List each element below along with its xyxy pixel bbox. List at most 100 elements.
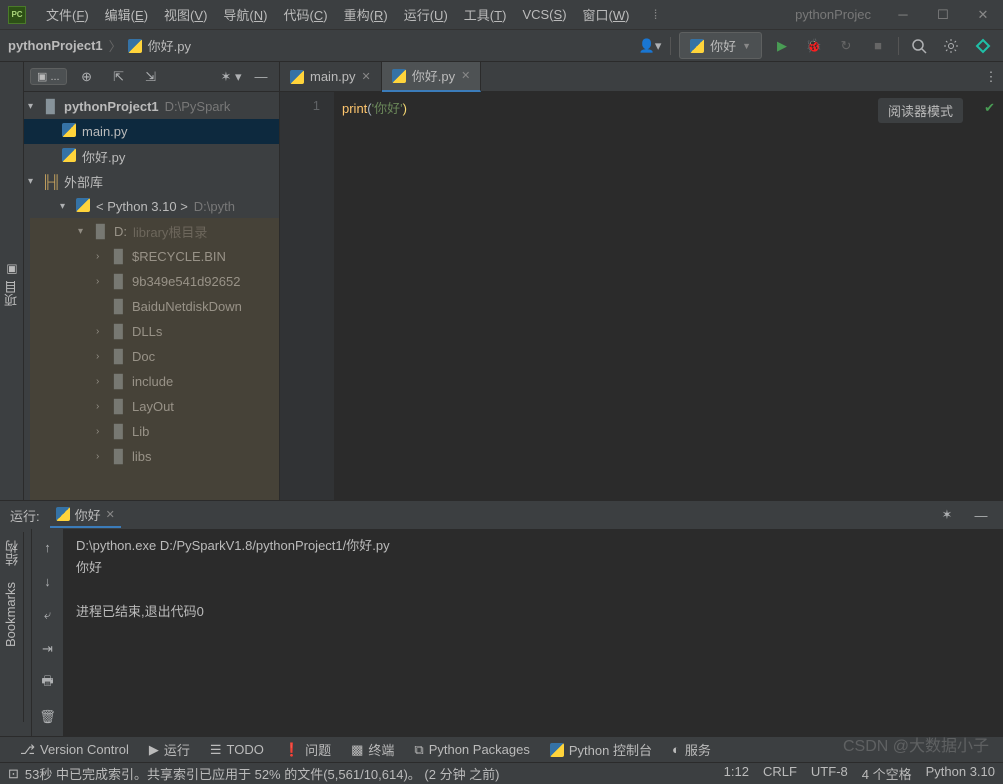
clear-icon[interactable]: 🗑 (36, 705, 60, 729)
chevron-right-icon[interactable]: › (96, 451, 110, 462)
close-tab-icon[interactable]: ✕ (461, 69, 470, 82)
chevron-right-icon[interactable]: › (96, 376, 110, 387)
close-icon[interactable]: ✕ (106, 508, 115, 521)
code-with-me-icon[interactable] (971, 34, 995, 58)
chevron-down-icon[interactable]: ▾ (60, 201, 74, 212)
divider (898, 37, 899, 55)
console-output[interactable]: D:\python.exe D:/PySparkV1.8/pythonProje… (64, 529, 1003, 738)
tree-external-libs[interactable]: ▾ ╟╢ 外部库 (24, 169, 279, 194)
tree-folder[interactable]: ›▉libs (24, 444, 279, 469)
panel-settings-icon[interactable]: ✶ ▾ (219, 65, 243, 89)
file-encoding[interactable]: UTF-8 (811, 764, 848, 783)
run-coverage-button[interactable]: ↻ (834, 34, 858, 58)
stop-button[interactable]: ■ (866, 34, 890, 58)
tree-folder[interactable]: ›▉$RECYCLE.BIN (24, 244, 279, 269)
run-configuration-selector[interactable]: 你好 ▼ (679, 32, 762, 59)
python-packages-tool-button[interactable]: ⧉Python Packages (404, 742, 539, 758)
reader-mode-badge[interactable]: 阅读器模式 (878, 98, 963, 123)
status-icon[interactable]: ⊡ (8, 766, 19, 782)
tree-folder[interactable]: ›▉Doc (24, 344, 279, 369)
structure-tool-button[interactable]: 结构 (0, 532, 25, 574)
menu-edit[interactable]: 编辑(E) (97, 5, 156, 24)
tree-folder[interactable]: ›▉LayOut (24, 394, 279, 419)
tab-options-icon[interactable]: ⋮ (979, 65, 1003, 89)
tree-d-drive[interactable]: ▾ ▉ D: library根目录 (24, 219, 279, 244)
python-console-tool-button[interactable]: Python 控制台 (540, 740, 662, 759)
menu-view[interactable]: 视图(V) (156, 5, 215, 24)
breadcrumb-project[interactable]: pythonProject1 (8, 38, 103, 53)
todo-tool-button[interactable]: ☰TODO (200, 742, 274, 758)
search-icon[interactable] (907, 34, 931, 58)
hide-run-panel-icon[interactable]: — (969, 503, 993, 527)
tree-folder[interactable]: ›▉include (24, 369, 279, 394)
menu-vcs[interactable]: VCS(S) (514, 7, 574, 22)
bookmarks-tool-button[interactable]: Bookmarks (0, 574, 21, 655)
run-panel-tab[interactable]: 你好 ✕ (50, 503, 121, 528)
print-icon[interactable]: 🖶 (36, 671, 60, 695)
user-icon[interactable]: 👤▾ (638, 34, 662, 58)
menu-code[interactable]: 代码(C) (276, 5, 336, 24)
locate-icon[interactable]: ⊕ (75, 65, 99, 89)
project-tree[interactable]: ▾ ▉ pythonProject1 D:\PySpark main.py 你好… (24, 92, 279, 500)
indent-setting[interactable]: 4 个空格 (862, 764, 912, 783)
menu-refactor[interactable]: 重构(R) (336, 5, 396, 24)
chevron-down-icon[interactable]: ▾ (28, 176, 42, 187)
caret-position[interactable]: 1:12 (724, 764, 749, 783)
maximize-button[interactable]: ☐ (931, 3, 955, 27)
menu-window[interactable]: 窗口(W) (575, 5, 638, 24)
run-settings-icon[interactable]: ✶ (935, 503, 959, 527)
menu-run[interactable]: 运行(U) (396, 5, 456, 24)
hide-panel-icon[interactable]: — (249, 65, 273, 89)
code-area[interactable]: print('你好') (334, 92, 1003, 500)
menu-tools[interactable]: 工具(T) (456, 5, 515, 24)
overflow-menu-icon[interactable]: ⁞ (644, 3, 668, 27)
soft-wrap-icon[interactable]: ⤶ (36, 603, 60, 627)
chevron-right-icon[interactable]: › (96, 351, 110, 362)
tree-folder[interactable]: ›▉Lib (24, 419, 279, 444)
breadcrumb[interactable]: pythonProject1 〉 你好.py (8, 36, 191, 55)
chevron-right-icon[interactable]: › (96, 426, 110, 437)
chevron-right-icon[interactable]: › (96, 326, 110, 337)
problems-tool-button[interactable]: ❗问题 (274, 740, 341, 759)
menu-navigate[interactable]: 导航(N) (215, 5, 275, 24)
tree-file-main[interactable]: main.py (24, 119, 279, 144)
editor-body[interactable]: 1 print('你好') 阅读器模式 ✔ (280, 92, 1003, 500)
terminal-tool-button[interactable]: ▩终端 (341, 740, 404, 759)
tree-python-env[interactable]: ▾ < Python 3.10 > D:\pyth (24, 194, 279, 219)
chevron-right-icon[interactable]: › (96, 401, 110, 412)
breadcrumb-file[interactable]: 你好.py (148, 36, 191, 55)
scroll-up-icon[interactable]: ↑ (36, 535, 60, 559)
project-view-selector[interactable]: ▣ ... (30, 68, 67, 85)
minimize-button[interactable]: ─ (891, 3, 915, 27)
settings-icon[interactable] (939, 34, 963, 58)
chevron-down-icon[interactable]: ▾ (28, 101, 42, 112)
services-tool-button[interactable]: ◐服务 (662, 740, 721, 759)
menu-file[interactable]: 文件(F) (38, 5, 97, 24)
collapse-all-icon[interactable]: ⇲ (139, 65, 163, 89)
project-toolbar: ▣ ... ⊕ ⇱ ⇲ ✶ ▾ — (24, 62, 279, 92)
chevron-right-icon[interactable]: › (96, 251, 110, 262)
tab-main-py[interactable]: main.py ✕ (280, 62, 382, 92)
tree-folder[interactable]: ›▉DLLs (24, 319, 279, 344)
run-button[interactable]: ▶ (770, 34, 794, 58)
tree-folder[interactable]: ›▉9b349e541d92652 (24, 269, 279, 294)
inspection-ok-icon[interactable]: ✔ (984, 100, 995, 116)
vcs-tool-button[interactable]: ⎇Version Control (10, 742, 139, 758)
window-title: pythonProjec (795, 7, 879, 22)
tree-project-root[interactable]: ▾ ▉ pythonProject1 D:\PySpark (24, 94, 279, 119)
tab-hello-py[interactable]: 你好.py ✕ (382, 62, 482, 92)
close-button[interactable]: ✕ (971, 3, 995, 27)
interpreter[interactable]: Python 3.10 (926, 764, 995, 783)
line-separator[interactable]: CRLF (763, 764, 797, 783)
scroll-to-end-icon[interactable]: ⇥ (36, 637, 60, 661)
tree-folder[interactable]: ▉BaiduNetdiskDown (24, 294, 279, 319)
chevron-down-icon[interactable]: ▾ (78, 226, 92, 237)
scroll-down-icon[interactable]: ↓ (36, 569, 60, 593)
project-tool-button[interactable]: 项目 ▣ (0, 257, 23, 312)
run-tool-button[interactable]: ▶运行 (139, 740, 200, 759)
chevron-right-icon[interactable]: › (96, 276, 110, 287)
expand-all-icon[interactable]: ⇱ (107, 65, 131, 89)
close-tab-icon[interactable]: ✕ (362, 70, 371, 83)
tree-file-hello[interactable]: 你好.py (24, 144, 279, 169)
debug-button[interactable]: 🐞 (802, 34, 826, 58)
